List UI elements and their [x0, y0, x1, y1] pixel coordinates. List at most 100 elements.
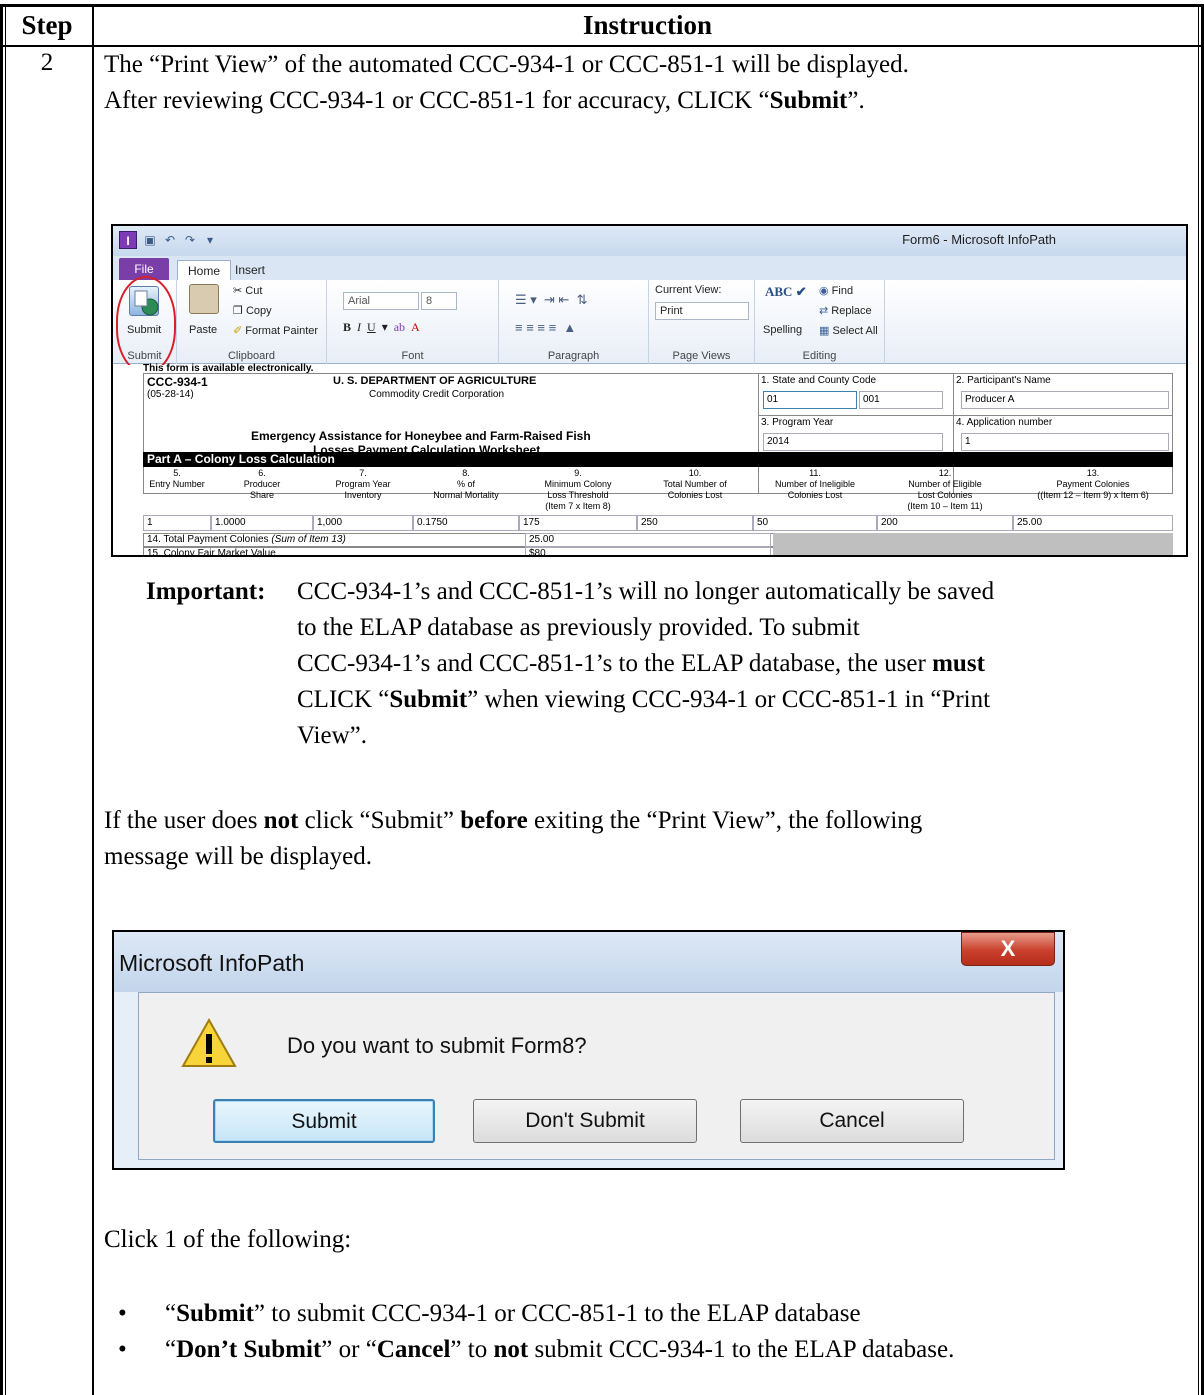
current-view-combo[interactable]: Print	[655, 302, 749, 320]
replace-icon: ⇄	[819, 305, 829, 317]
find-button[interactable]: ◉ Find	[819, 284, 853, 297]
select-all-button[interactable]: ▦ Select All	[819, 324, 878, 337]
ribbon-tabs: File Home Insert	[113, 256, 1186, 280]
ribbon: Submit Submit Paste ✂ Cut ❐ Copy ✐ Forma…	[113, 280, 1186, 364]
table-left-border	[0, 6, 3, 1395]
p2-before: before	[460, 807, 528, 834]
save-icon[interactable]: ▣	[143, 233, 157, 247]
warning-icon	[181, 1017, 237, 1067]
customize-toolbar-icon[interactable]: ▾	[203, 233, 217, 247]
tab-insert[interactable]: Insert	[225, 260, 275, 280]
table-cell[interactable]: 0.1750	[413, 515, 519, 531]
column-header: 11. Number of Ineligible Colonies Lost	[753, 468, 877, 501]
county-code-field[interactable]: 001	[859, 391, 943, 409]
column-header-line: Normal Mortality	[433, 490, 499, 500]
group-clipboard: Paste ✂ Cut ❐ Copy ✐ Format Painter Clip…	[177, 280, 327, 364]
table-cell[interactable]: 1,000	[313, 515, 413, 531]
intro-line-2: After reviewing CCC-934-1 or CCC-851-1 f…	[104, 85, 865, 117]
column-header-line: 12.	[938, 468, 952, 478]
copy-button[interactable]: ❐ Copy	[233, 304, 272, 317]
item14-value[interactable]: 25.00	[525, 533, 771, 547]
state-code-field[interactable]: 01	[763, 391, 857, 409]
column-header-line: Inventory	[344, 490, 382, 500]
spelling-button-label[interactable]: Spelling	[763, 324, 802, 336]
form-corp: Commodity Credit Corporation	[369, 389, 505, 400]
step-number: 2	[40, 49, 54, 76]
group-page-views-label: Page Views	[672, 350, 731, 362]
list-item: “Don’t Submit” or “Cancel” to not submit…	[104, 1334, 954, 1370]
item14-note: (Sum of Item 13)	[271, 534, 346, 545]
group-paragraph: ☰ ▾ ⇥ ⇤ ⇅ ≡ ≡ ≡ ≡ ▲ Paragraph	[499, 280, 649, 364]
header-step: Step	[21, 10, 73, 40]
font-format-buttons[interactable]: B I U ▾ ab A	[343, 320, 420, 335]
important-submit: Submit	[389, 686, 468, 713]
column-header-line: Number of Eligible	[908, 479, 982, 489]
infopath-screenshot: I ▣ ↶ ↷ ▾ Form6 - Microsoft InfoPath Fil…	[111, 224, 1188, 557]
replace-button[interactable]: ⇄ Replace	[819, 304, 872, 317]
column-header-line: Colonies Lost	[787, 490, 843, 500]
column-header-line: Producer	[243, 479, 281, 489]
font-name-combo[interactable]: Arial	[343, 292, 419, 310]
column-header-line: ((Item 12 – Item 9) x Item 6)	[1037, 490, 1149, 500]
group-editing-label: Editing	[802, 350, 837, 362]
table-cell[interactable]: 1.0000	[211, 515, 313, 531]
important-line-3: CCC-934-1’s and CCC-851-1’s to the ELAP …	[297, 648, 985, 680]
spelling-icon[interactable]: ABC ✔	[765, 284, 807, 300]
tab-home[interactable]: Home	[177, 260, 232, 280]
submit-highlight-circle	[116, 276, 176, 374]
column-header-line: Loss Threshold	[547, 490, 609, 500]
important-line-5: View”.	[297, 722, 367, 749]
table-cell[interactable]: 175	[519, 515, 637, 531]
participant-name-field[interactable]: Producer A	[961, 391, 1169, 409]
paste-button-label[interactable]: Paste	[189, 324, 217, 336]
form-title-line1: Emergency Assistance for Honeybee and Fa…	[251, 429, 591, 443]
table-cell[interactable]: 1	[143, 515, 211, 531]
submit-button[interactable]: Submit	[213, 1099, 435, 1143]
b1-open: “	[165, 1300, 177, 1327]
application-number-field[interactable]: 1	[961, 433, 1169, 451]
submit-dialog: Microsoft InfoPath X Do you want to subm…	[112, 930, 1065, 1170]
participant-name-label: 2. Participant's Name	[956, 375, 1051, 386]
undo-icon[interactable]: ↶	[163, 233, 177, 247]
select-all-icon: ▦	[819, 325, 830, 337]
column-header-line: 11.	[809, 468, 821, 478]
brush-icon: ✐	[233, 325, 243, 337]
font-size-combo[interactable]: 8	[421, 292, 457, 310]
program-year-field[interactable]: 2014	[763, 433, 943, 451]
close-icon[interactable]: X	[961, 932, 1055, 966]
column-header-line: Total Number of	[663, 479, 727, 489]
column-header-line: (Item 10 – Item 11)	[907, 501, 983, 511]
b2-dont-submit: Don’t Submit	[176, 1336, 322, 1363]
column-header: 10. Total Number of Colonies Lost	[637, 468, 753, 501]
table-cell[interactable]: 25.00	[1013, 515, 1173, 531]
b2-rest: submit CCC-934-1 to the ELAP database.	[528, 1336, 955, 1363]
item14-label: 14. Total Payment Colonies (Sum of Item …	[147, 534, 346, 545]
form-date: (05-28-14)	[147, 389, 194, 400]
table-cell[interactable]: 200	[877, 515, 1013, 531]
b2-cancel: Cancel	[376, 1336, 451, 1363]
redo-icon[interactable]: ↷	[183, 233, 197, 247]
group-paragraph-label: Paragraph	[547, 350, 600, 362]
table-cell[interactable]: 250	[637, 515, 753, 531]
intro-text: After reviewing CCC-934-1 or CCC-851-1 f…	[104, 87, 770, 114]
cancel-button[interactable]: Cancel	[740, 1099, 964, 1143]
dont-submit-button[interactable]: Don't Submit	[473, 1099, 697, 1143]
item15-value[interactable]: $80	[525, 547, 771, 555]
infopath-app-icon[interactable]: I	[119, 231, 137, 249]
column-header-line: Number of Ineligible	[774, 479, 856, 489]
dialog-title-bar: Microsoft InfoPath X	[114, 932, 1063, 992]
click-one-text: Click 1 of the following:	[104, 1226, 352, 1253]
column-header-line: 5.	[173, 468, 181, 478]
cut-button[interactable]: ✂ Cut	[233, 284, 262, 297]
group-editing: ABC ✔ Spelling ◉ Find ⇄ Replace ▦ Select…	[755, 280, 885, 364]
list-indent-buttons[interactable]: ☰ ▾ ⇥ ⇤ ⇅	[515, 292, 588, 308]
column-header-line: Lost Colonies	[917, 490, 973, 500]
paste-icon[interactable]	[189, 284, 219, 314]
column-header-line: 6.	[258, 468, 266, 478]
format-painter-button[interactable]: ✐ Format Painter	[233, 324, 318, 337]
alignment-buttons[interactable]: ≡ ≡ ≡ ≡ ▲	[515, 320, 576, 335]
find-label: Find	[831, 285, 854, 297]
p2-a: If the user does	[104, 807, 264, 834]
table-cell[interactable]: 50	[753, 515, 877, 531]
scissors-icon: ✂	[233, 285, 243, 297]
